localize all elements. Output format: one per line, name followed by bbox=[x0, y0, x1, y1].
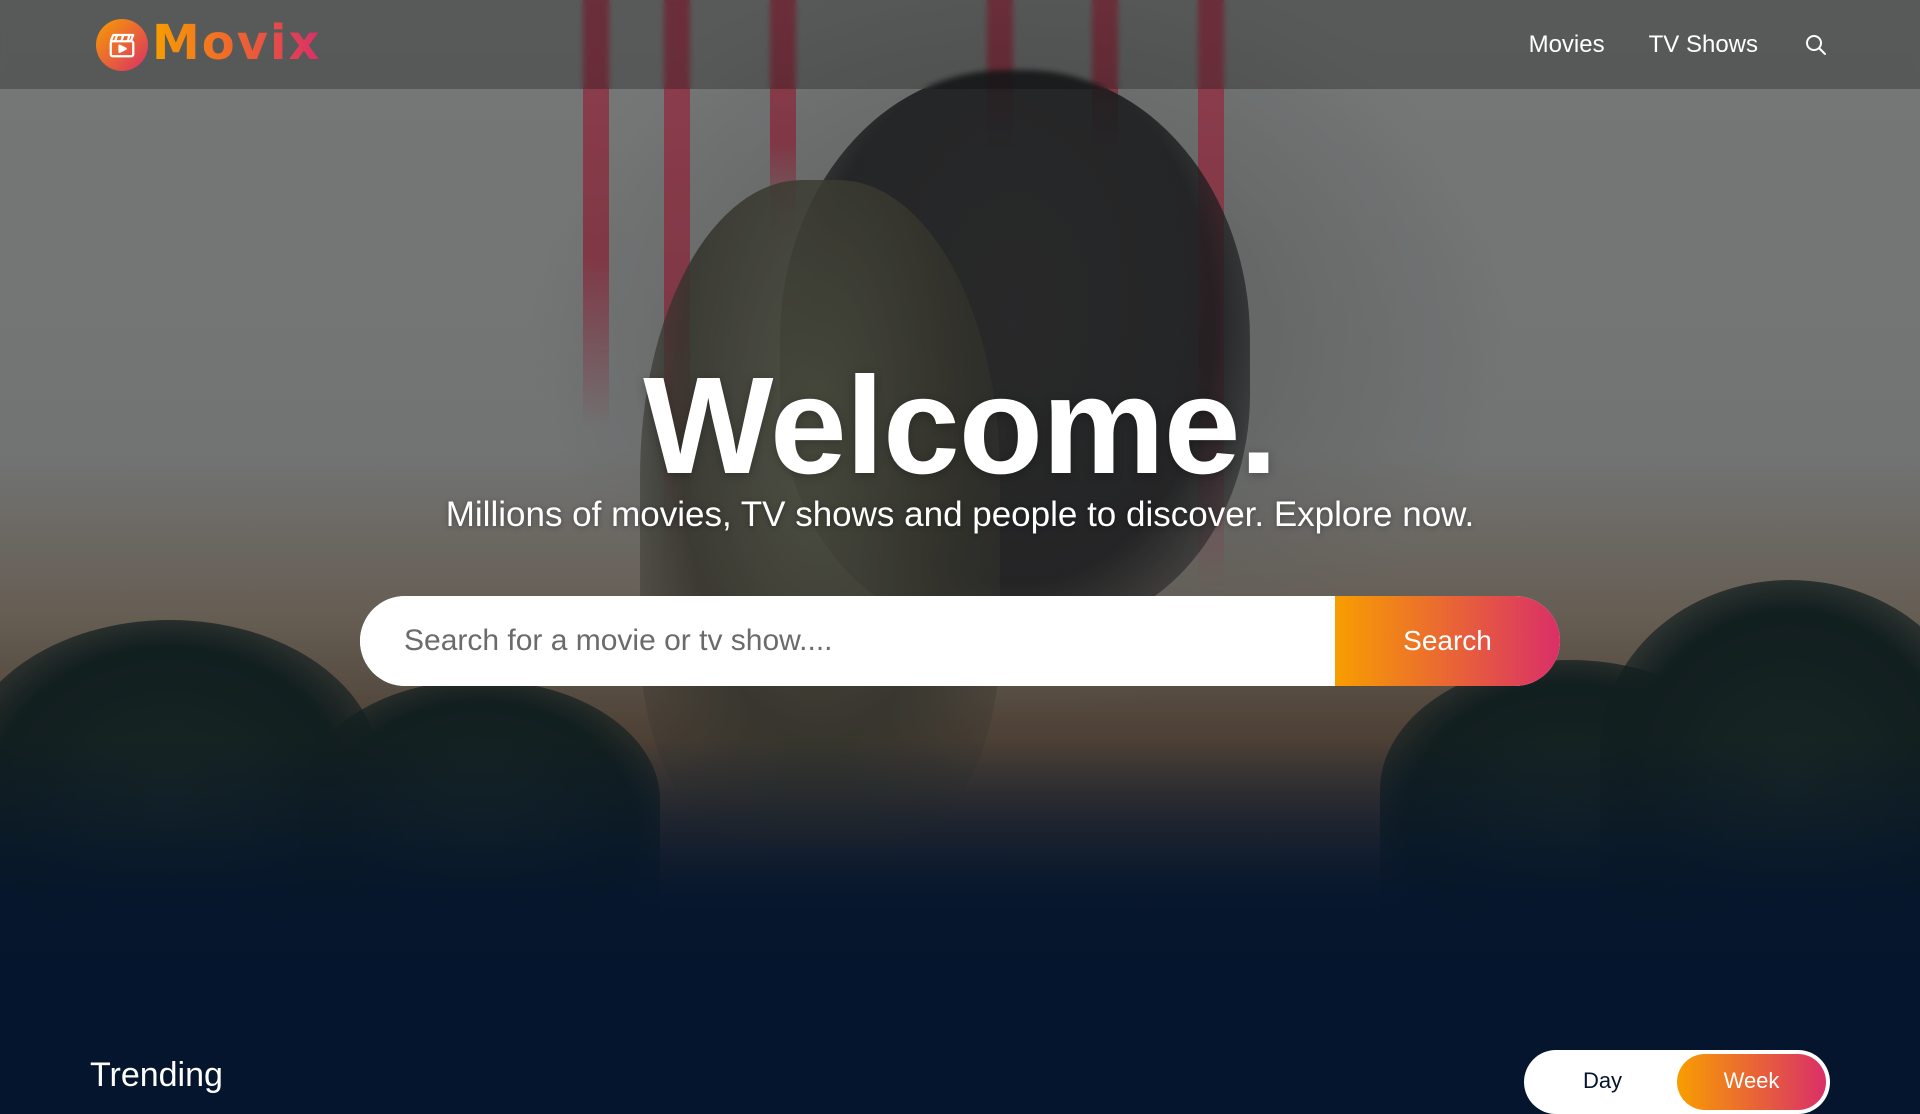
search-bar: Search bbox=[360, 596, 1560, 686]
nav-item-tv-shows[interactable]: TV Shows bbox=[1649, 31, 1758, 59]
hero-fade bbox=[0, 740, 1920, 1000]
main-nav: Movies TV Shows bbox=[1529, 31, 1830, 59]
tab-day[interactable]: Day bbox=[1528, 1054, 1677, 1110]
nav-item-movies[interactable]: Movies bbox=[1529, 31, 1605, 59]
clapperboard-icon bbox=[96, 18, 148, 71]
tab-week[interactable]: Week bbox=[1677, 1054, 1826, 1110]
section-title: Trending bbox=[90, 1056, 223, 1094]
hero-title: Welcome. bbox=[643, 349, 1278, 503]
site-header: Movix Movies TV Shows bbox=[0, 0, 1920, 89]
search-button[interactable]: Search bbox=[1335, 596, 1560, 686]
logo[interactable]: Movix bbox=[96, 14, 322, 71]
trending-switch: Day Week bbox=[1524, 1050, 1830, 1114]
search-input[interactable] bbox=[360, 596, 1335, 686]
hero-subtitle: Millions of movies, TV shows and people … bbox=[445, 495, 1475, 534]
search-icon[interactable] bbox=[1802, 31, 1830, 59]
logo-text: Movix bbox=[152, 14, 322, 71]
trending-section: Trending Day Week bbox=[90, 1050, 1830, 1114]
